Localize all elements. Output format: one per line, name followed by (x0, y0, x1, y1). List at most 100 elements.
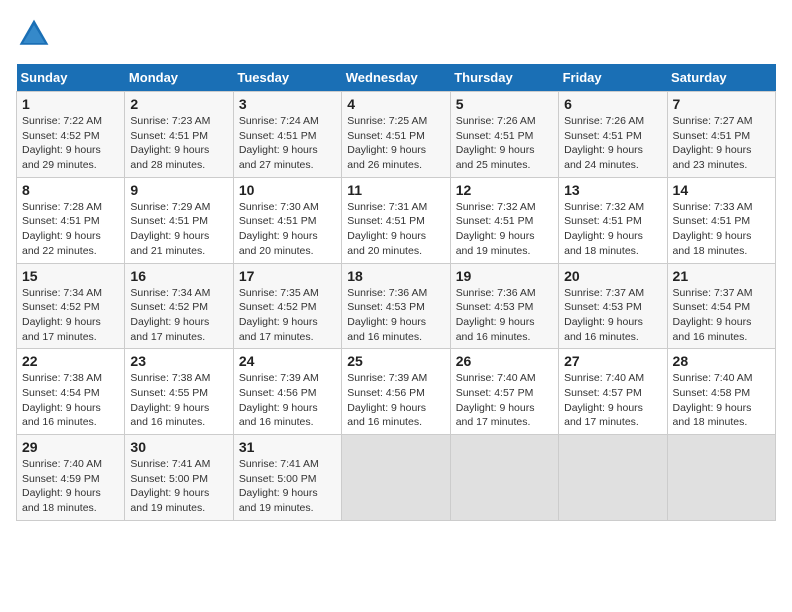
day-number: 9 (130, 182, 227, 198)
col-header-wednesday: Wednesday (342, 64, 450, 92)
day-info: Sunrise: 7:36 AM Sunset: 4:53 PM Dayligh… (456, 286, 553, 345)
day-info: Sunrise: 7:34 AM Sunset: 4:52 PM Dayligh… (130, 286, 227, 345)
day-info: Sunrise: 7:26 AM Sunset: 4:51 PM Dayligh… (456, 114, 553, 173)
day-info: Sunrise: 7:32 AM Sunset: 4:51 PM Dayligh… (564, 200, 661, 259)
calendar-cell: 18Sunrise: 7:36 AM Sunset: 4:53 PM Dayli… (342, 263, 450, 349)
calendar-cell: 19 Sunrise: 7:36 AM Sunset: 4:53 PM Dayli… (450, 263, 558, 349)
calendar-cell (342, 435, 450, 521)
calendar-cell: 9 Sunrise: 7:29 AM Sunset: 4:51 PM Daylig… (125, 177, 233, 263)
day-info: Sunrise: 7:35 AM Sunset: 4:52 PM Dayligh… (239, 286, 336, 345)
day-info: Sunrise: 7:40 AM Sunset: 4:57 PM Dayligh… (564, 371, 661, 430)
calendar-week-2: 8 Sunrise: 7:28 AM Sunset: 4:51 PM Daylig… (17, 177, 776, 263)
day-info: Sunrise: 7:40 AM Sunset: 4:59 PM Dayligh… (22, 457, 119, 516)
calendar-cell: 27Sunrise: 7:40 AM Sunset: 4:57 PM Dayli… (559, 349, 667, 435)
calendar-cell: 26 Sunrise: 7:40 AM Sunset: 4:57 PM Dayli… (450, 349, 558, 435)
calendar-cell: 5 Sunrise: 7:26 AM Sunset: 4:51 PM Daylig… (450, 92, 558, 178)
col-header-saturday: Saturday (667, 64, 775, 92)
day-info: Sunrise: 7:28 AM Sunset: 4:51 PM Dayligh… (22, 200, 119, 259)
day-info: Sunrise: 7:41 AM Sunset: 5:00 PM Dayligh… (130, 457, 227, 516)
day-number: 20 (564, 268, 661, 284)
day-number: 7 (673, 96, 770, 112)
day-info: Sunrise: 7:41 AM Sunset: 5:00 PM Dayligh… (239, 457, 336, 516)
calendar-cell: 1 Sunrise: 7:22 AM Sunset: 4:52 PM Daylig… (17, 92, 125, 178)
day-info: Sunrise: 7:27 AM Sunset: 4:51 PM Dayligh… (673, 114, 770, 173)
day-number: 4 (347, 96, 444, 112)
calendar-cell: 12Sunrise: 7:32 AM Sunset: 4:51 PM Dayli… (450, 177, 558, 263)
day-number: 1 (22, 96, 119, 112)
calendar-cell: 4 Sunrise: 7:25 AM Sunset: 4:51 PM Daylig… (342, 92, 450, 178)
day-info: Sunrise: 7:39 AM Sunset: 4:56 PM Dayligh… (239, 371, 336, 430)
day-number: 22 (22, 353, 119, 369)
day-number: 11 (347, 182, 444, 198)
day-number: 24 (239, 353, 336, 369)
day-number: 3 (239, 96, 336, 112)
calendar-cell: 10Sunrise: 7:30 AM Sunset: 4:51 PM Dayli… (233, 177, 341, 263)
day-info: Sunrise: 7:38 AM Sunset: 4:54 PM Dayligh… (22, 371, 119, 430)
day-info: Sunrise: 7:37 AM Sunset: 4:54 PM Dayligh… (673, 286, 770, 345)
page-header (16, 16, 776, 52)
day-info: Sunrise: 7:29 AM Sunset: 4:51 PM Dayligh… (130, 200, 227, 259)
logo (16, 16, 58, 52)
day-info: Sunrise: 7:37 AM Sunset: 4:53 PM Dayligh… (564, 286, 661, 345)
calendar-cell: 15 Sunrise: 7:34 AM Sunset: 4:52 PM Dayli… (17, 263, 125, 349)
calendar-cell: 3 Sunrise: 7:24 AM Sunset: 4:51 PM Daylig… (233, 92, 341, 178)
day-number: 29 (22, 439, 119, 455)
day-info: Sunrise: 7:25 AM Sunset: 4:51 PM Dayligh… (347, 114, 444, 173)
day-number: 15 (22, 268, 119, 284)
day-info: Sunrise: 7:31 AM Sunset: 4:51 PM Dayligh… (347, 200, 444, 259)
col-header-sunday: Sunday (17, 64, 125, 92)
calendar-cell (559, 435, 667, 521)
calendar-cell: 30 Sunrise: 7:41 AM Sunset: 5:00 PM Dayli… (125, 435, 233, 521)
day-info: Sunrise: 7:34 AM Sunset: 4:52 PM Dayligh… (22, 286, 119, 345)
calendar-cell (667, 435, 775, 521)
day-info: Sunrise: 7:26 AM Sunset: 4:51 PM Dayligh… (564, 114, 661, 173)
calendar-cell: 29 Sunrise: 7:40 AM Sunset: 4:59 PM Dayli… (17, 435, 125, 521)
calendar-week-4: 22 Sunrise: 7:38 AM Sunset: 4:54 PM Dayli… (17, 349, 776, 435)
calendar-week-1: 1 Sunrise: 7:22 AM Sunset: 4:52 PM Daylig… (17, 92, 776, 178)
day-number: 23 (130, 353, 227, 369)
day-number: 31 (239, 439, 336, 455)
calendar-week-5: 29 Sunrise: 7:40 AM Sunset: 4:59 PM Dayli… (17, 435, 776, 521)
col-header-monday: Monday (125, 64, 233, 92)
day-number: 21 (673, 268, 770, 284)
calendar-cell: 14Sunrise: 7:33 AM Sunset: 4:51 PM Dayli… (667, 177, 775, 263)
day-number: 5 (456, 96, 553, 112)
day-info: Sunrise: 7:22 AM Sunset: 4:52 PM Dayligh… (22, 114, 119, 173)
calendar-body: 1 Sunrise: 7:22 AM Sunset: 4:52 PM Daylig… (17, 92, 776, 521)
calendar-cell: 13Sunrise: 7:32 AM Sunset: 4:51 PM Dayli… (559, 177, 667, 263)
calendar-cell: 28Sunrise: 7:40 AM Sunset: 4:58 PM Dayli… (667, 349, 775, 435)
day-number: 16 (130, 268, 227, 284)
day-info: Sunrise: 7:24 AM Sunset: 4:51 PM Dayligh… (239, 114, 336, 173)
day-number: 30 (130, 439, 227, 455)
day-info: Sunrise: 7:33 AM Sunset: 4:51 PM Dayligh… (673, 200, 770, 259)
calendar-table: SundayMondayTuesdayWednesdayThursdayFrid… (16, 64, 776, 521)
day-number: 12 (456, 182, 553, 198)
day-number: 8 (22, 182, 119, 198)
day-number: 6 (564, 96, 661, 112)
day-number: 26 (456, 353, 553, 369)
calendar-cell: 24 Sunrise: 7:39 AM Sunset: 4:56 PM Dayli… (233, 349, 341, 435)
day-number: 19 (456, 268, 553, 284)
calendar-cell: 22 Sunrise: 7:38 AM Sunset: 4:54 PM Dayli… (17, 349, 125, 435)
day-number: 28 (673, 353, 770, 369)
col-header-friday: Friday (559, 64, 667, 92)
day-info: Sunrise: 7:23 AM Sunset: 4:51 PM Dayligh… (130, 114, 227, 173)
calendar-cell: 6 Sunrise: 7:26 AM Sunset: 4:51 PM Daylig… (559, 92, 667, 178)
day-number: 10 (239, 182, 336, 198)
day-info: Sunrise: 7:40 AM Sunset: 4:57 PM Dayligh… (456, 371, 553, 430)
day-number: 25 (347, 353, 444, 369)
calendar-cell: 16 Sunrise: 7:34 AM Sunset: 4:52 PM Dayli… (125, 263, 233, 349)
day-info: Sunrise: 7:36 AM Sunset: 4:53 PM Dayligh… (347, 286, 444, 345)
col-header-thursday: Thursday (450, 64, 558, 92)
col-header-tuesday: Tuesday (233, 64, 341, 92)
calendar-cell: 31 Sunrise: 7:41 AM Sunset: 5:00 PM Dayli… (233, 435, 341, 521)
calendar-cell (450, 435, 558, 521)
calendar-cell: 23Sunrise: 7:38 AM Sunset: 4:55 PM Dayli… (125, 349, 233, 435)
calendar-cell: 8 Sunrise: 7:28 AM Sunset: 4:51 PM Daylig… (17, 177, 125, 263)
calendar-cell: 17Sunrise: 7:35 AM Sunset: 4:52 PM Dayli… (233, 263, 341, 349)
calendar-cell: 7 Sunrise: 7:27 AM Sunset: 4:51 PM Daylig… (667, 92, 775, 178)
calendar-cell: 21 Sunrise: 7:37 AM Sunset: 4:54 PM Dayli… (667, 263, 775, 349)
calendar-cell: 11 Sunrise: 7:31 AM Sunset: 4:51 PM Dayli… (342, 177, 450, 263)
calendar-cell: 25Sunrise: 7:39 AM Sunset: 4:56 PM Dayli… (342, 349, 450, 435)
logo-icon (16, 16, 52, 52)
